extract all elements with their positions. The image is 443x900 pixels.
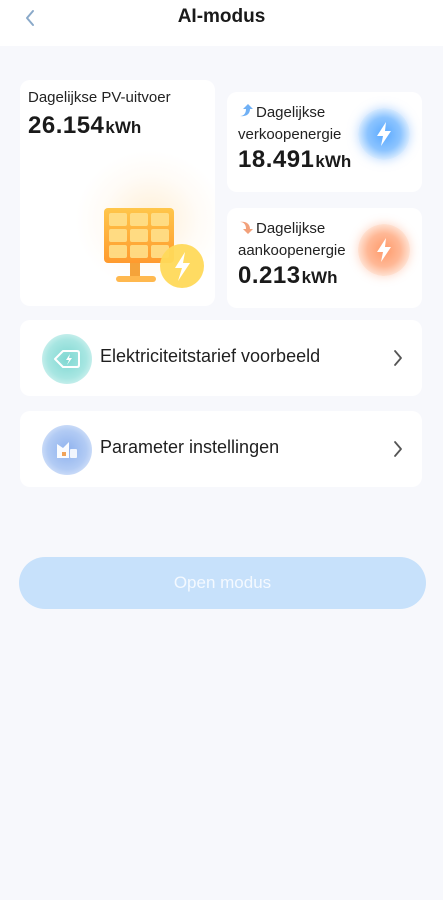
parameter-icon-badge: [42, 425, 92, 475]
pv-output-value: 26.154kWh: [28, 112, 141, 140]
buy-energy-value: 0.213kWh: [238, 262, 337, 290]
buy-energy-card: Dagelijkse aankoopenergie 0.213kWh: [227, 208, 422, 308]
price-tag-icon: [54, 350, 80, 368]
settings-chart-icon: [57, 442, 77, 458]
lightning-icon: [377, 238, 391, 262]
sell-energy-card: Dagelijkse verkoopenergie 18.491kWh: [227, 92, 422, 192]
sell-energy-number: 18.491: [238, 146, 315, 173]
lightning-icon: [377, 122, 391, 146]
sell-energy-title: Dagelijkse verkoopenergie: [238, 102, 363, 146]
pv-output-label: Dagelijkse PV-uitvoer: [28, 89, 171, 106]
sell-energy-unit: kWh: [315, 152, 352, 171]
parameter-settings-label: Parameter instellingen: [100, 437, 280, 457]
chevron-right-icon: [394, 441, 402, 457]
solar-panel-icon: [104, 208, 204, 288]
buy-lightning-badge: [358, 224, 410, 276]
buy-energy-number: 0.213: [238, 262, 301, 289]
open-mode-button[interactable]: Open modus: [19, 557, 426, 609]
chevron-right-icon: [394, 350, 402, 366]
parameter-settings-row[interactable]: Parameter instellingen: [20, 411, 422, 487]
page-title: AI-modus: [177, 6, 266, 27]
tariff-icon-badge: [42, 334, 92, 384]
pv-output-number: 26.154: [28, 112, 105, 139]
buy-energy-title: Dagelijkse aankoopenergie: [238, 218, 363, 262]
pv-output-card: Dagelijkse PV-uitvoer 26.154kWh: [20, 80, 215, 306]
buy-energy-unit: kWh: [301, 268, 338, 287]
sell-lightning-badge: [358, 108, 410, 160]
tariff-example-label: Elektriciteitstarief voorbeeld: [100, 346, 321, 366]
pv-output-unit: kWh: [105, 118, 142, 137]
arrow-down-icon: [240, 221, 253, 234]
sell-energy-value: 18.491kWh: [238, 146, 351, 174]
buy-energy-label: Dagelijkse aankoopenergie: [238, 220, 346, 259]
arrow-up-icon: [240, 104, 253, 117]
tariff-example-row[interactable]: Elektriciteitstarief voorbeeld: [20, 320, 422, 396]
header-bar: AI-modus: [0, 0, 443, 46]
